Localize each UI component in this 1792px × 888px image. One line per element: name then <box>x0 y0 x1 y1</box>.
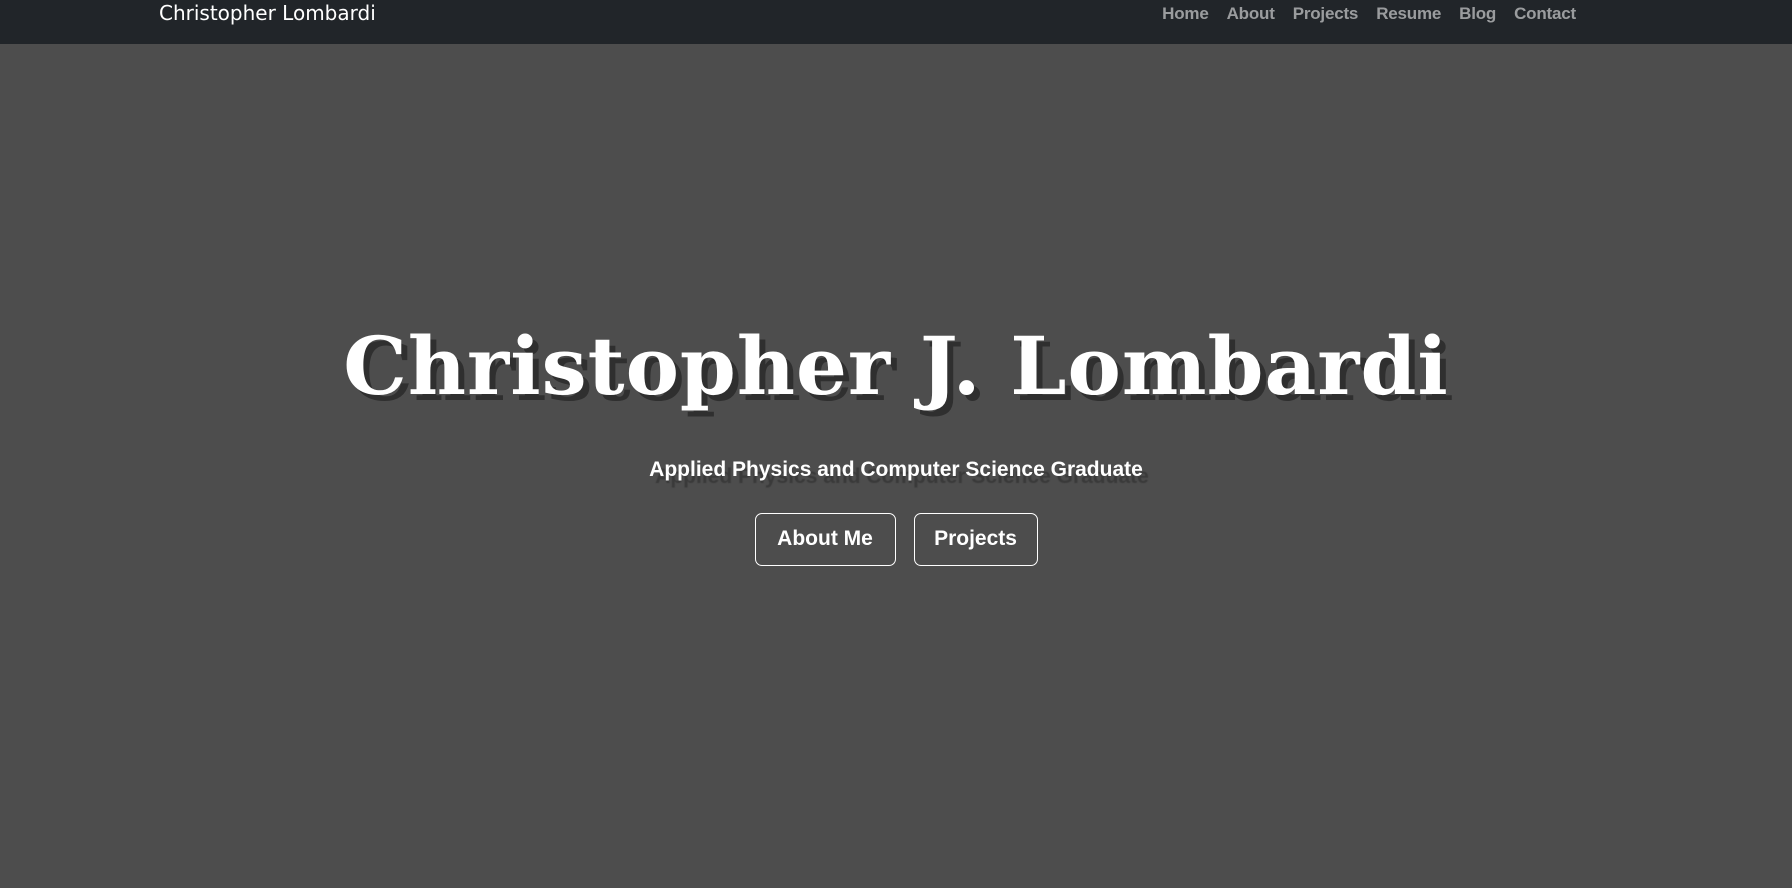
hero-buttons: About Me Projects <box>0 513 1792 566</box>
nav-link-projects[interactable]: Projects <box>1293 4 1359 24</box>
nav-link-about[interactable]: About <box>1227 4 1275 24</box>
nav-link-resume[interactable]: Resume <box>1376 4 1441 24</box>
brand-link[interactable]: Christopher Lombardi <box>159 0 376 27</box>
about-me-button[interactable]: About Me <box>754 513 896 566</box>
hero-title: Christopher J. Lombardi <box>343 319 1449 413</box>
nav-links: Home About Projects Resume Blog Contact <box>1162 0 1576 27</box>
hero-subtitle: Applied Physics and Computer Science Gra… <box>649 458 1143 481</box>
projects-button[interactable]: Projects <box>913 513 1038 566</box>
nav-link-blog[interactable]: Blog <box>1459 4 1496 24</box>
nav-link-home[interactable]: Home <box>1162 4 1209 24</box>
nav-link-contact[interactable]: Contact <box>1514 4 1576 24</box>
top-navbar: Christopher Lombardi Home About Projects… <box>0 0 1792 44</box>
